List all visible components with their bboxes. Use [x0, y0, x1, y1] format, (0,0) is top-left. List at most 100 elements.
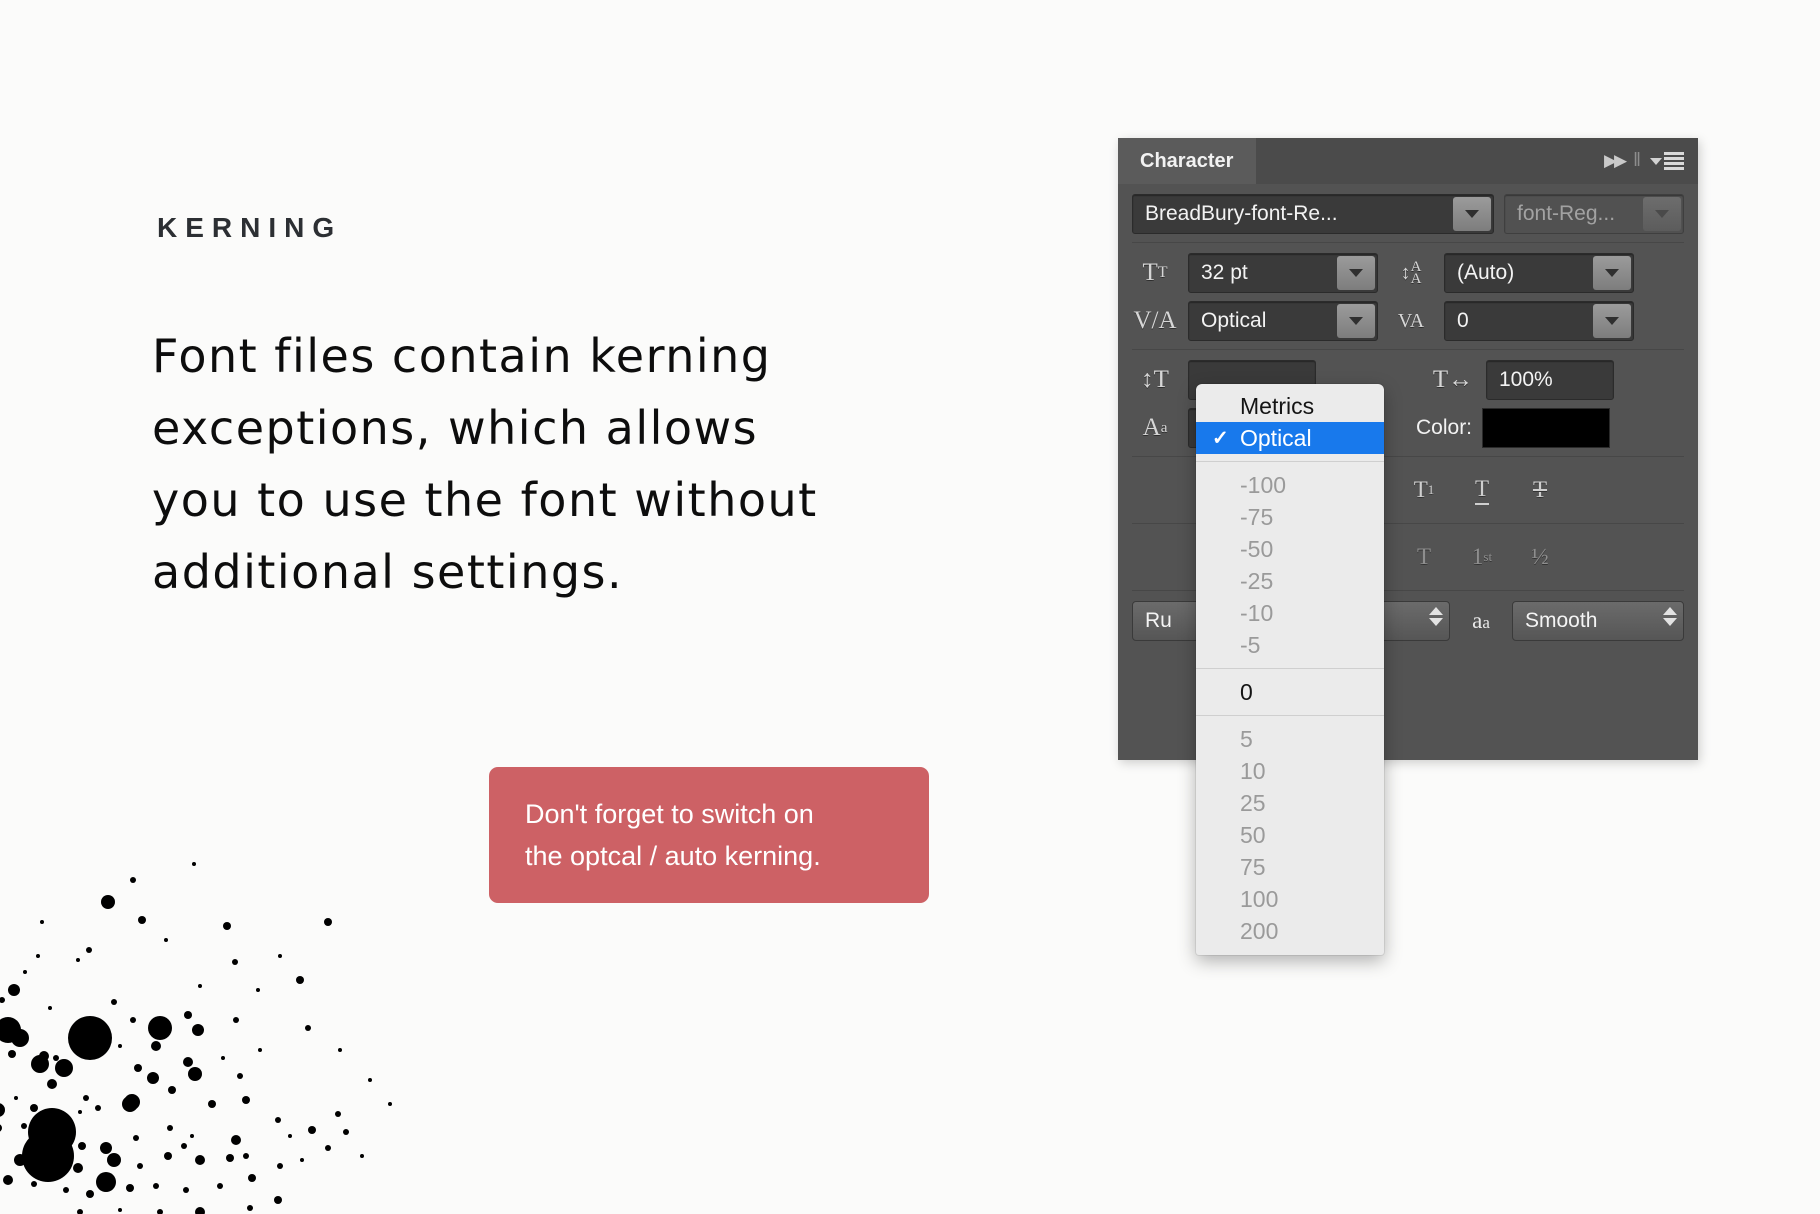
- dropdown-item[interactable]: -100: [1196, 469, 1384, 501]
- ink-dot: [95, 1105, 101, 1111]
- ink-dot: [192, 1024, 204, 1036]
- anti-alias-field[interactable]: Smooth: [1512, 601, 1684, 641]
- leading-value: (Auto): [1457, 261, 1515, 284]
- ink-splatter-decoration: [0, 862, 392, 1214]
- ink-dot: [53, 1055, 59, 1061]
- opentype-button-titling-alternates[interactable]: T: [1398, 538, 1450, 576]
- dropdown-item[interactable]: -5: [1196, 629, 1384, 661]
- chevron-down-icon: [1655, 210, 1669, 218]
- leading-icon: ↕ A A: [1400, 259, 1422, 287]
- dropdown-item[interactable]: -25: [1196, 565, 1384, 597]
- dropdown-item[interactable]: Metrics: [1196, 390, 1384, 422]
- chevron-down-icon: [1465, 210, 1479, 218]
- font-style-value: font-Reg...: [1517, 202, 1616, 225]
- divider: [1132, 242, 1684, 243]
- ink-dot: [278, 954, 282, 958]
- ink-dot: [68, 1016, 112, 1060]
- dropdown-item[interactable]: 200: [1196, 915, 1384, 947]
- style-button-subscript[interactable]: T1: [1398, 471, 1450, 509]
- ink-dot: [232, 959, 238, 965]
- kerning-icon: V/A: [1133, 307, 1177, 334]
- ink-dot: [76, 958, 80, 962]
- ink-dot: [0, 1124, 2, 1132]
- dropdown-item[interactable]: ✓ Optical: [1196, 422, 1384, 454]
- font-family-dropdown-button[interactable]: [1453, 197, 1491, 231]
- panel-menu-icon[interactable]: [1650, 152, 1684, 170]
- kerning-dropdown-menu[interactable]: Metrics ✓ Optical -100 -75 -50 -25 -10 -5 0 5 10 25 5…: [1196, 384, 1384, 955]
- language-stepper[interactable]: [1429, 607, 1443, 626]
- ink-dot: [192, 862, 196, 866]
- ink-dot: [335, 1111, 341, 1117]
- kerning-tracking-row: V/A Optical VA 0: [1132, 301, 1684, 341]
- dropdown-separator: [1196, 715, 1384, 716]
- dropdown-item[interactable]: -50: [1196, 533, 1384, 565]
- ink-dot: [248, 1174, 256, 1182]
- horizontal-scale-value: 100%: [1499, 368, 1553, 391]
- ink-dot: [181, 1143, 187, 1149]
- color-label: Color:: [1416, 416, 1473, 439]
- chevron-down-icon: [1605, 269, 1619, 277]
- leading-dropdown-button[interactable]: [1593, 256, 1631, 290]
- ink-dot: [151, 1041, 161, 1051]
- ink-dot: [274, 1196, 282, 1204]
- body-copy-line: exceptions, which allows: [152, 401, 759, 455]
- callout-box: Don't forget to switch on the optcal / au…: [489, 767, 929, 903]
- tracking-field[interactable]: 0: [1444, 301, 1634, 341]
- ink-dot: [101, 895, 115, 909]
- font-row: BreadBury-font-Re... font-Reg...: [1132, 194, 1684, 234]
- font-family-field[interactable]: BreadBury-font-Re...: [1132, 194, 1494, 234]
- dropdown-item[interactable]: 75: [1196, 851, 1384, 883]
- ink-dot: [31, 1055, 49, 1073]
- ink-dot: [147, 1072, 159, 1084]
- dropdown-item[interactable]: -10: [1196, 597, 1384, 629]
- kerning-dropdown-button[interactable]: [1337, 304, 1375, 338]
- chevron-down-icon: [1349, 269, 1363, 277]
- opentype-button-fractions[interactable]: ½: [1514, 538, 1566, 576]
- dropdown-item[interactable]: 25: [1196, 787, 1384, 819]
- ink-dot: [157, 1209, 163, 1214]
- dropdown-item[interactable]: 100: [1196, 883, 1384, 915]
- opentype-button-ordinals[interactable]: 1st: [1456, 538, 1508, 576]
- ink-dot: [48, 1006, 52, 1010]
- ink-dot: [308, 1126, 316, 1134]
- leading-field[interactable]: (Auto): [1444, 253, 1634, 293]
- font-size-field[interactable]: 32 pt: [1188, 253, 1378, 293]
- hamburger-menu-icon: [1664, 152, 1684, 170]
- kerning-field[interactable]: Optical: [1188, 301, 1378, 341]
- tab-character[interactable]: Character: [1118, 138, 1256, 184]
- ink-dot: [195, 1207, 205, 1214]
- ink-dot: [231, 1135, 241, 1145]
- ink-dot: [55, 1059, 73, 1077]
- ink-dot: [233, 1017, 239, 1023]
- font-style-dropdown-button[interactable]: [1643, 197, 1681, 231]
- ink-dot: [208, 1100, 216, 1108]
- ink-dot: [247, 1205, 253, 1211]
- dropdown-item[interactable]: 5: [1196, 723, 1384, 755]
- font-size-dropdown-button[interactable]: [1337, 256, 1375, 290]
- dropdown-item[interactable]: 50: [1196, 819, 1384, 851]
- language-value: Ru: [1145, 609, 1172, 632]
- dropdown-item[interactable]: -75: [1196, 501, 1384, 533]
- horizontal-scale-icon: T↔: [1432, 366, 1474, 393]
- ink-dot: [288, 1134, 292, 1138]
- collapse-panel-icon[interactable]: ▶▶: [1604, 151, 1627, 171]
- ink-dot: [184, 1011, 192, 1019]
- dropdown-item[interactable]: 10: [1196, 755, 1384, 787]
- horizontal-scale-field[interactable]: 100%: [1486, 360, 1614, 400]
- dropdown-item[interactable]: 0: [1196, 676, 1384, 708]
- ink-dot: [338, 1048, 342, 1052]
- ink-dot: [11, 1029, 29, 1047]
- dropdown-item-label: Optical: [1240, 424, 1312, 451]
- ink-dot: [164, 938, 168, 942]
- font-style-field[interactable]: font-Reg...: [1504, 194, 1684, 234]
- color-swatch[interactable]: [1482, 408, 1611, 448]
- dropdown-separator: [1196, 668, 1384, 669]
- anti-alias-stepper[interactable]: [1663, 607, 1677, 626]
- chevron-down-icon: [1650, 157, 1662, 165]
- style-button-underline[interactable]: T: [1456, 471, 1508, 509]
- tracking-dropdown-button[interactable]: [1593, 304, 1631, 338]
- style-button-strikethrough[interactable]: T: [1514, 471, 1566, 509]
- ink-dot: [221, 1056, 225, 1060]
- check-icon: ✓: [1212, 427, 1229, 450]
- body-copy-line: you to use the font without: [152, 473, 818, 527]
